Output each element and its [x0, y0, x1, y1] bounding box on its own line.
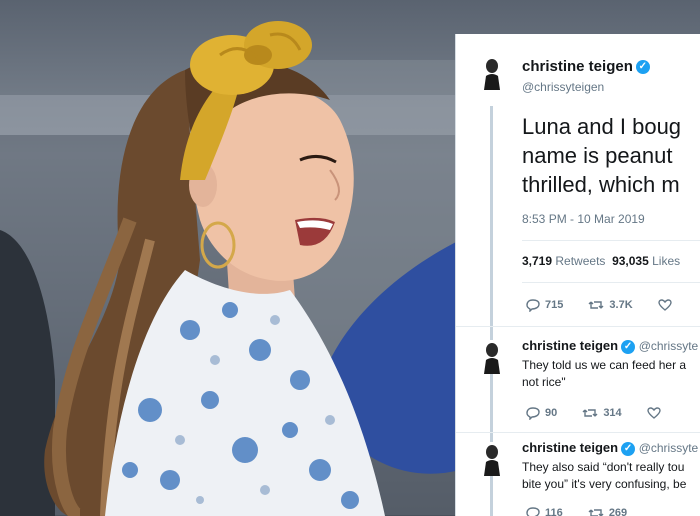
reply-button[interactable]: 715	[526, 298, 563, 312]
reply-text-line: bite you” it's very confusing, be	[522, 477, 687, 491]
reply-text-line: not rice"	[522, 375, 566, 389]
divider	[456, 432, 700, 433]
likes-count[interactable]: 93,035	[612, 254, 649, 268]
reply-author[interactable]: christine teigen ✓ @chrissyte	[522, 338, 698, 354]
avatar[interactable]	[478, 56, 506, 90]
reply-icon	[526, 407, 540, 420]
avatar[interactable]	[478, 442, 506, 476]
reply-count: 90	[545, 407, 558, 419]
author-handle[interactable]: @chrissyteigen	[522, 80, 604, 94]
retweets-label[interactable]: Retweets	[555, 254, 605, 268]
verified-badge-icon: ✓	[621, 441, 636, 456]
retweet-count: 269	[608, 507, 628, 516]
divider	[522, 240, 700, 241]
tweet-stats: 3,719 Retweets 93,035 Likes	[522, 254, 680, 268]
verified-badge-icon: ✓	[621, 339, 636, 354]
verified-badge-icon: ✓	[635, 60, 650, 75]
author-name[interactable]: christine teigen ✓	[522, 58, 650, 75]
heart-icon	[658, 299, 672, 311]
reply-author[interactable]: christine teigen ✓ @chrissyte	[522, 440, 698, 456]
retweet-count: 3.7K	[609, 299, 633, 311]
divider	[456, 326, 700, 327]
reply-icon	[526, 299, 540, 312]
reply-actions: 90 314	[526, 406, 688, 423]
reply-button[interactable]: 116	[526, 506, 563, 516]
author-name-text: christine teigen	[522, 58, 633, 75]
tweet-text: Luna and I boug name is peanut thrilled,…	[522, 112, 700, 199]
tweet-timestamp[interactable]: 8:53 PM - 10 Mar 2019	[522, 212, 645, 226]
reply-text-line: They told us we can feed her a	[522, 358, 687, 372]
like-button[interactable]	[647, 406, 666, 420]
retweet-button[interactable]: 314	[582, 406, 622, 420]
reply-author-handle: @chrissyte	[638, 339, 699, 353]
retweet-icon	[582, 409, 598, 417]
reply-author-name: christine teigen	[522, 440, 619, 455]
reply-button[interactable]: 90	[526, 406, 557, 420]
retweet-button[interactable]: 3.7K	[588, 298, 633, 312]
heart-icon	[647, 407, 661, 419]
reply-text-line: They also said “don't really tou	[522, 460, 685, 474]
reply-author-name: christine teigen	[522, 338, 619, 353]
reply-count: 116	[545, 507, 563, 516]
reply-author-handle: @chrissyte	[638, 441, 699, 455]
tweet-text-line: thrilled, which m	[522, 172, 680, 197]
reply-text: They also said “don't really tou bite yo…	[522, 459, 700, 493]
retweet-icon	[588, 301, 604, 309]
reply-icon	[526, 507, 540, 516]
reply-actions: 116 269	[526, 506, 649, 516]
tweet-text-line: Luna and I boug	[522, 114, 682, 139]
like-button[interactable]	[658, 298, 677, 312]
divider	[522, 282, 700, 283]
tweet-actions: 715 3.7K	[526, 298, 699, 315]
reply-count: 715	[545, 299, 564, 311]
retweet-icon	[588, 509, 604, 516]
retweet-button[interactable]: 269	[588, 506, 627, 516]
likes-label[interactable]: Likes	[652, 254, 680, 268]
retweets-count[interactable]: 3,719	[522, 254, 552, 268]
tweet-card: christine teigen ✓ @chrissyteigen Luna an…	[455, 34, 700, 516]
retweet-count: 314	[603, 407, 622, 419]
reply-text: They told us we can feed her a not rice"	[522, 357, 700, 391]
avatar[interactable]	[478, 340, 506, 374]
tweet-text-line: name is peanut	[522, 143, 673, 168]
